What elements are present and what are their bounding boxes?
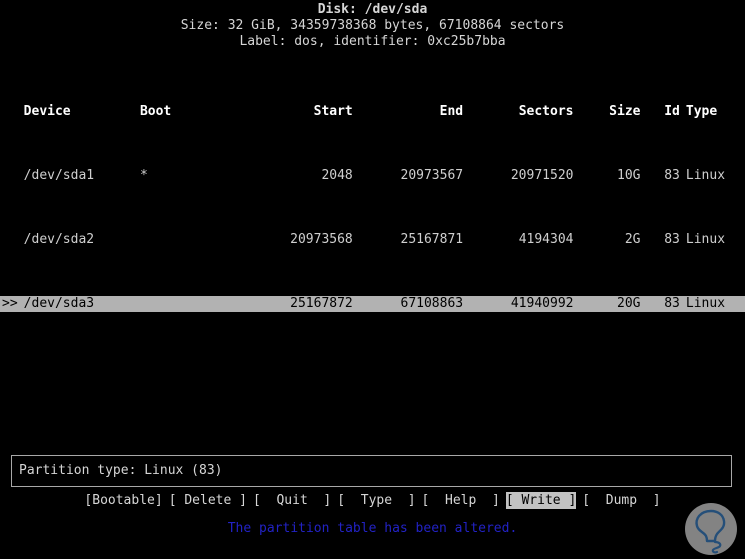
- row-type: Linux: [685, 168, 726, 183]
- column-header-type: Type: [685, 104, 718, 119]
- row-id: 83: [664, 232, 680, 247]
- partition-table: Device Boot Start End Sectors Size Id Ty…: [0, 56, 745, 360]
- menu-item-help[interactable]: [ Help ]: [422, 492, 500, 509]
- status-message: The partition table has been altered.: [227, 521, 518, 536]
- row-end: 67108863: [400, 296, 464, 311]
- table-row[interactable]: /dev/sda2 20973568 25167871 4194304 2G 8…: [0, 232, 745, 248]
- row-end: 20973567: [400, 168, 464, 183]
- menu-item-bootable[interactable]: [Bootable]: [84, 492, 162, 509]
- row-size: 20G: [617, 296, 641, 311]
- row-sectors: 4194304: [518, 232, 574, 247]
- table-header-row: Device Boot Start End Sectors Size Id Ty…: [0, 104, 745, 120]
- row-start: 20973568: [290, 232, 353, 247]
- disk-header: Disk: /dev/sda Size: 32 GiB, 34359738368…: [0, 0, 745, 50]
- row-size: 10G: [617, 168, 641, 183]
- row-sectors: 20971520: [510, 168, 574, 183]
- column-header-boot: Boot: [139, 104, 172, 119]
- row-sectors: 41940992: [510, 296, 574, 311]
- row-size: 2G: [624, 232, 641, 247]
- menu-item-type[interactable]: [ Type ]: [337, 492, 415, 509]
- table-row-selected[interactable]: >> /dev/sda3 25167872 67108863 41940992 …: [0, 296, 745, 312]
- menu-item-write[interactable]: [ Write ]: [505, 491, 577, 509]
- row-device: /dev/sda3: [23, 296, 95, 311]
- column-header-start: Start: [313, 104, 353, 119]
- menu-bar: [Bootable] [ Delete ] [ Quit ] [ Type ] …: [0, 491, 745, 509]
- table-row[interactable]: /dev/sda1 * 2048 20973567 20971520 10G 8…: [0, 168, 745, 184]
- row-device: /dev/sda2: [23, 232, 95, 247]
- row-id: 83: [664, 168, 680, 183]
- disk-name-line: Disk: /dev/sda: [317, 2, 428, 17]
- row-boot-flag: *: [139, 168, 148, 183]
- row-cursor-marker: >>: [2, 296, 18, 311]
- row-end: 25167871: [400, 232, 464, 247]
- menu-item-delete[interactable]: [ Delete ]: [169, 492, 247, 509]
- column-header-end: End: [439, 104, 464, 119]
- column-header-device: Device: [23, 104, 71, 119]
- column-header-id: Id: [664, 104, 680, 119]
- disk-size-line: Size: 32 GiB, 34359738368 bytes, 6710886…: [180, 18, 565, 33]
- disk-label-line: Label: dos, identifier: 0xc25b7bba: [239, 34, 506, 49]
- menu-item-quit[interactable]: [ Quit ]: [253, 492, 331, 509]
- row-type: Linux: [685, 232, 726, 247]
- row-id: 83: [664, 296, 680, 311]
- row-type: Linux: [685, 296, 726, 311]
- row-start: 2048: [321, 168, 353, 183]
- column-header-size: Size: [609, 104, 641, 119]
- row-device: /dev/sda1: [23, 168, 95, 183]
- menu-item-dump[interactable]: [ Dump ]: [582, 492, 660, 509]
- column-header-sectors: Sectors: [518, 104, 574, 119]
- partition-type-text: Partition type: Linux (83): [19, 463, 223, 478]
- partition-type-box: Partition type: Linux (83): [11, 455, 732, 487]
- cfdisk-screen: Disk: /dev/sda Size: 32 GiB, 34359738368…: [0, 0, 745, 559]
- row-start: 25167872: [290, 296, 353, 311]
